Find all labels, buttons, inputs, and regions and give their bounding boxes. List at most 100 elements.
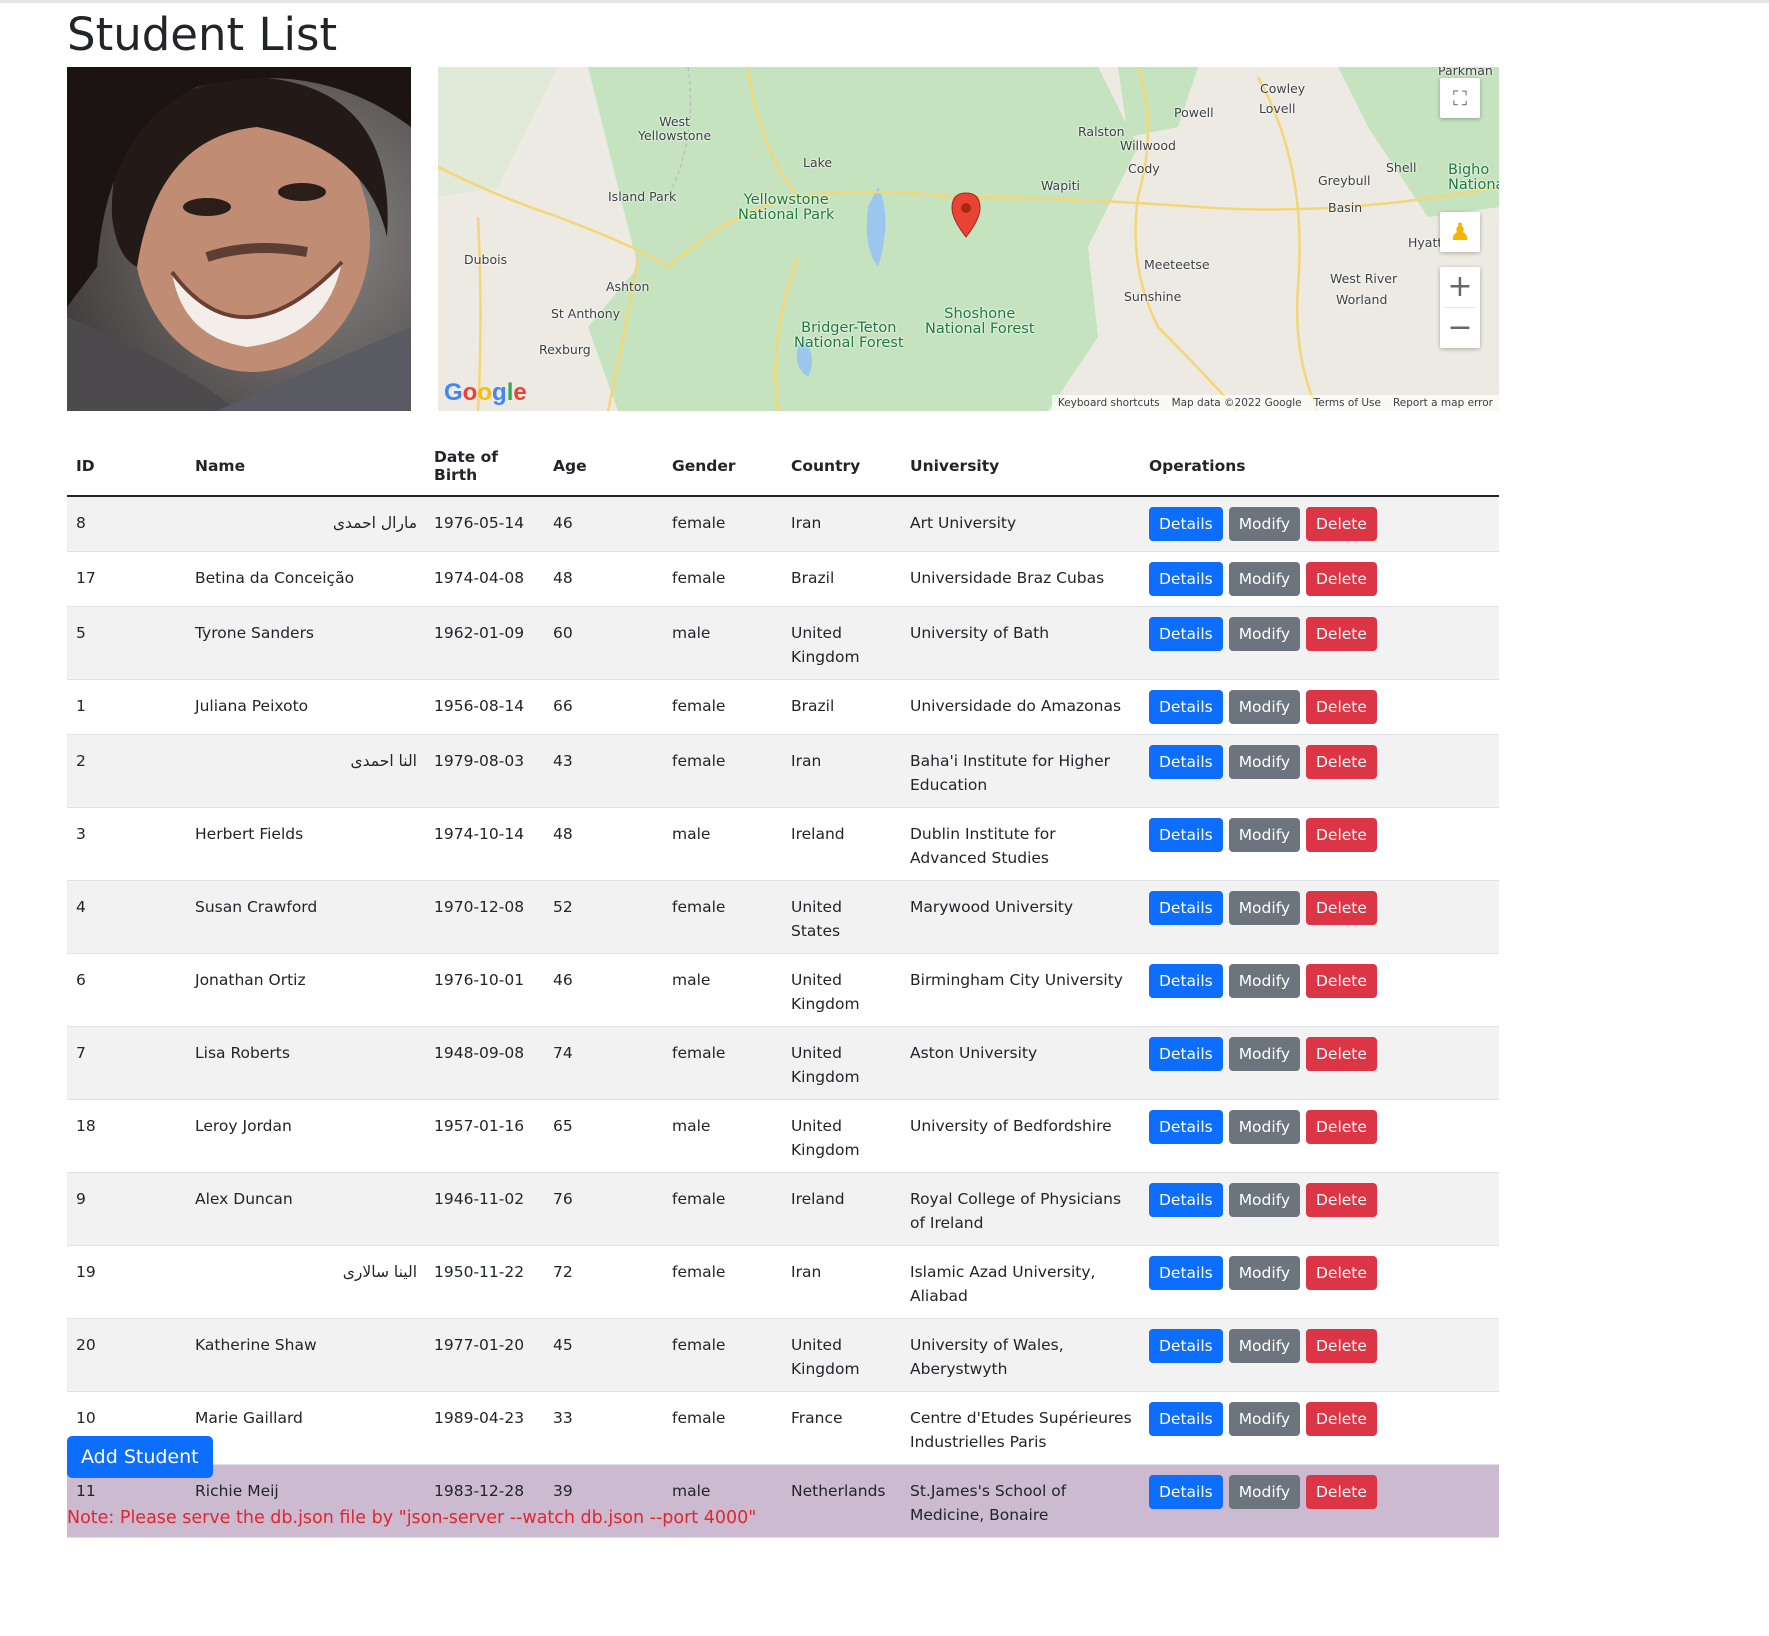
table-row[interactable]: 20 Katherine Shaw 1977-01-20 45 female U…	[67, 1318, 1499, 1392]
map-label: Ashton	[606, 279, 650, 294]
cell-dob: 1974-04-08	[434, 569, 525, 587]
table-row[interactable]: 6 Jonathan Ortiz 1976-10-01 46 male Unit…	[67, 954, 1499, 1027]
fullscreen-icon[interactable]: ⛶	[1440, 78, 1480, 118]
details-button[interactable]: Details	[1149, 507, 1223, 541]
table-row[interactable]: 8 مارال احمدی 1976-05-14 46 female Iran …	[67, 496, 1499, 552]
table-row[interactable]: 19 الینا سالاری 1950-11-22 72 female Ira…	[67, 1246, 1499, 1319]
delete-button[interactable]: Delete	[1305, 964, 1377, 998]
table-row[interactable]: 18 Leroy Jordan 1957-01-16 65 male Unite…	[67, 1100, 1499, 1173]
cell-operations: Details Modify Delete	[1140, 1246, 1499, 1319]
zoom-control: + −	[1440, 267, 1480, 348]
details-button[interactable]: Details	[1149, 818, 1223, 852]
delete-button[interactable]: Delete	[1305, 562, 1377, 596]
modify-button[interactable]: Modify	[1228, 1256, 1301, 1290]
modify-button[interactable]: Modify	[1228, 1037, 1301, 1071]
delete-button[interactable]: Delete	[1305, 1037, 1377, 1071]
cell-id: 4	[76, 898, 86, 916]
page-title: Student List	[67, 8, 338, 61]
delete-button[interactable]: Delete	[1305, 891, 1377, 925]
terms-link[interactable]: Terms of Use	[1314, 397, 1381, 409]
delete-button[interactable]: Delete	[1305, 818, 1377, 852]
cell-country: United Kingdom	[791, 1044, 860, 1086]
details-button[interactable]: Details	[1149, 562, 1223, 596]
column-header-country[interactable]: Country	[782, 435, 901, 497]
map-label: Lake	[803, 155, 833, 170]
details-button[interactable]: Details	[1149, 745, 1223, 779]
keyboard-shortcuts-link[interactable]: Keyboard shortcuts	[1058, 397, 1160, 409]
delete-button[interactable]: Delete	[1305, 1110, 1377, 1144]
modify-button[interactable]: Modify	[1228, 1110, 1301, 1144]
delete-button[interactable]: Delete	[1305, 745, 1377, 779]
google-logo: Google	[444, 379, 527, 406]
cell-id: 1	[76, 697, 86, 715]
cell-name: الینا سالاری	[342, 1263, 417, 1281]
details-button[interactable]: Details	[1149, 1475, 1223, 1509]
modify-button[interactable]: Modify	[1228, 1329, 1301, 1363]
delete-button[interactable]: Delete	[1305, 690, 1377, 724]
note-text: Note: Please serve the db.json file by "…	[67, 1508, 757, 1528]
cell-gender: female	[672, 1409, 726, 1427]
details-button[interactable]: Details	[1149, 1110, 1223, 1144]
modify-button[interactable]: Modify	[1228, 617, 1301, 651]
table-row[interactable]: 1 Juliana Peixoto 1956-08-14 66 female B…	[67, 680, 1499, 735]
map-label: Sunshine	[1124, 289, 1182, 304]
details-button[interactable]: Details	[1149, 617, 1223, 651]
cell-name: Katherine Shaw	[195, 1336, 317, 1354]
report-error-link[interactable]: Report a map error	[1393, 397, 1493, 409]
details-button[interactable]: Details	[1149, 1402, 1223, 1436]
column-header-id[interactable]: ID	[67, 435, 186, 497]
map-label: Rexburg	[539, 342, 591, 357]
location-map[interactable]: West Yellowstone Island Park Lake Yellow…	[438, 67, 1499, 411]
modify-button[interactable]: Modify	[1228, 1402, 1301, 1436]
modify-button[interactable]: Modify	[1228, 1183, 1301, 1217]
cell-name: Jonathan Ortiz	[195, 971, 306, 989]
cell-university: Aston University	[910, 1044, 1038, 1062]
pegman-icon[interactable]: ♟	[1440, 212, 1480, 252]
delete-button[interactable]: Delete	[1305, 1475, 1377, 1509]
modify-button[interactable]: Modify	[1228, 891, 1301, 925]
delete-button[interactable]: Delete	[1305, 617, 1377, 651]
table-row[interactable]: 4 Susan Crawford 1970-12-08 52 female Un…	[67, 880, 1499, 954]
delete-button[interactable]: Delete	[1305, 1329, 1377, 1363]
table-row[interactable]: 7 Lisa Roberts 1948-09-08 74 female Unit…	[67, 1026, 1499, 1100]
details-button[interactable]: Details	[1149, 1183, 1223, 1217]
modify-button[interactable]: Modify	[1228, 745, 1301, 779]
cell-dob: 1989-04-23	[434, 1409, 525, 1427]
table-row[interactable]: 9 Alex Duncan 1946-11-02 76 female Irela…	[67, 1172, 1499, 1246]
table-row[interactable]: 5 Tyrone Sanders 1962-01-09 60 male Unit…	[67, 606, 1499, 680]
cell-operations: Details Modify Delete	[1140, 680, 1499, 735]
details-button[interactable]: Details	[1149, 1329, 1223, 1363]
table-row[interactable]: 3 Herbert Fields 1974-10-14 48 male Irel…	[67, 808, 1499, 881]
zoom-out-icon[interactable]: −	[1447, 308, 1472, 348]
table-row[interactable]: 10 Marie Gaillard 1989-04-23 33 female F…	[67, 1392, 1499, 1465]
table-row[interactable]: 17 Betina da Conceição 1974-04-08 48 fem…	[67, 552, 1499, 607]
column-header-university[interactable]: University	[901, 435, 1140, 497]
modify-button[interactable]: Modify	[1228, 1475, 1301, 1509]
details-button[interactable]: Details	[1149, 1256, 1223, 1290]
table-row[interactable]: 2 النا احمدی 1979-08-03 43 female Iran B…	[67, 734, 1499, 808]
cell-id: 9	[76, 1190, 86, 1208]
column-header-gender[interactable]: Gender	[663, 435, 782, 497]
modify-button[interactable]: Modify	[1228, 818, 1301, 852]
modify-button[interactable]: Modify	[1228, 507, 1301, 541]
details-button[interactable]: Details	[1149, 964, 1223, 998]
modify-button[interactable]: Modify	[1228, 562, 1301, 596]
column-header-name[interactable]: Name	[186, 435, 425, 497]
delete-button[interactable]: Delete	[1305, 1183, 1377, 1217]
cell-country: Iran	[791, 514, 822, 532]
details-button[interactable]: Details	[1149, 690, 1223, 724]
modify-button[interactable]: Modify	[1228, 690, 1301, 724]
delete-button[interactable]: Delete	[1305, 1402, 1377, 1436]
modify-button[interactable]: Modify	[1228, 964, 1301, 998]
delete-button[interactable]: Delete	[1305, 507, 1377, 541]
delete-button[interactable]: Delete	[1305, 1256, 1377, 1290]
zoom-in-icon[interactable]: +	[1445, 267, 1475, 308]
cell-university: University of Bedfordshire	[910, 1117, 1112, 1135]
column-header-dob[interactable]: Date of Birth	[425, 435, 544, 497]
map-label: Bigho National F	[1448, 162, 1499, 193]
details-button[interactable]: Details	[1149, 891, 1223, 925]
cell-id: 7	[76, 1044, 86, 1062]
details-button[interactable]: Details	[1149, 1037, 1223, 1071]
column-header-age[interactable]: Age	[544, 435, 663, 497]
add-student-button[interactable]: Add Student	[67, 1436, 213, 1478]
